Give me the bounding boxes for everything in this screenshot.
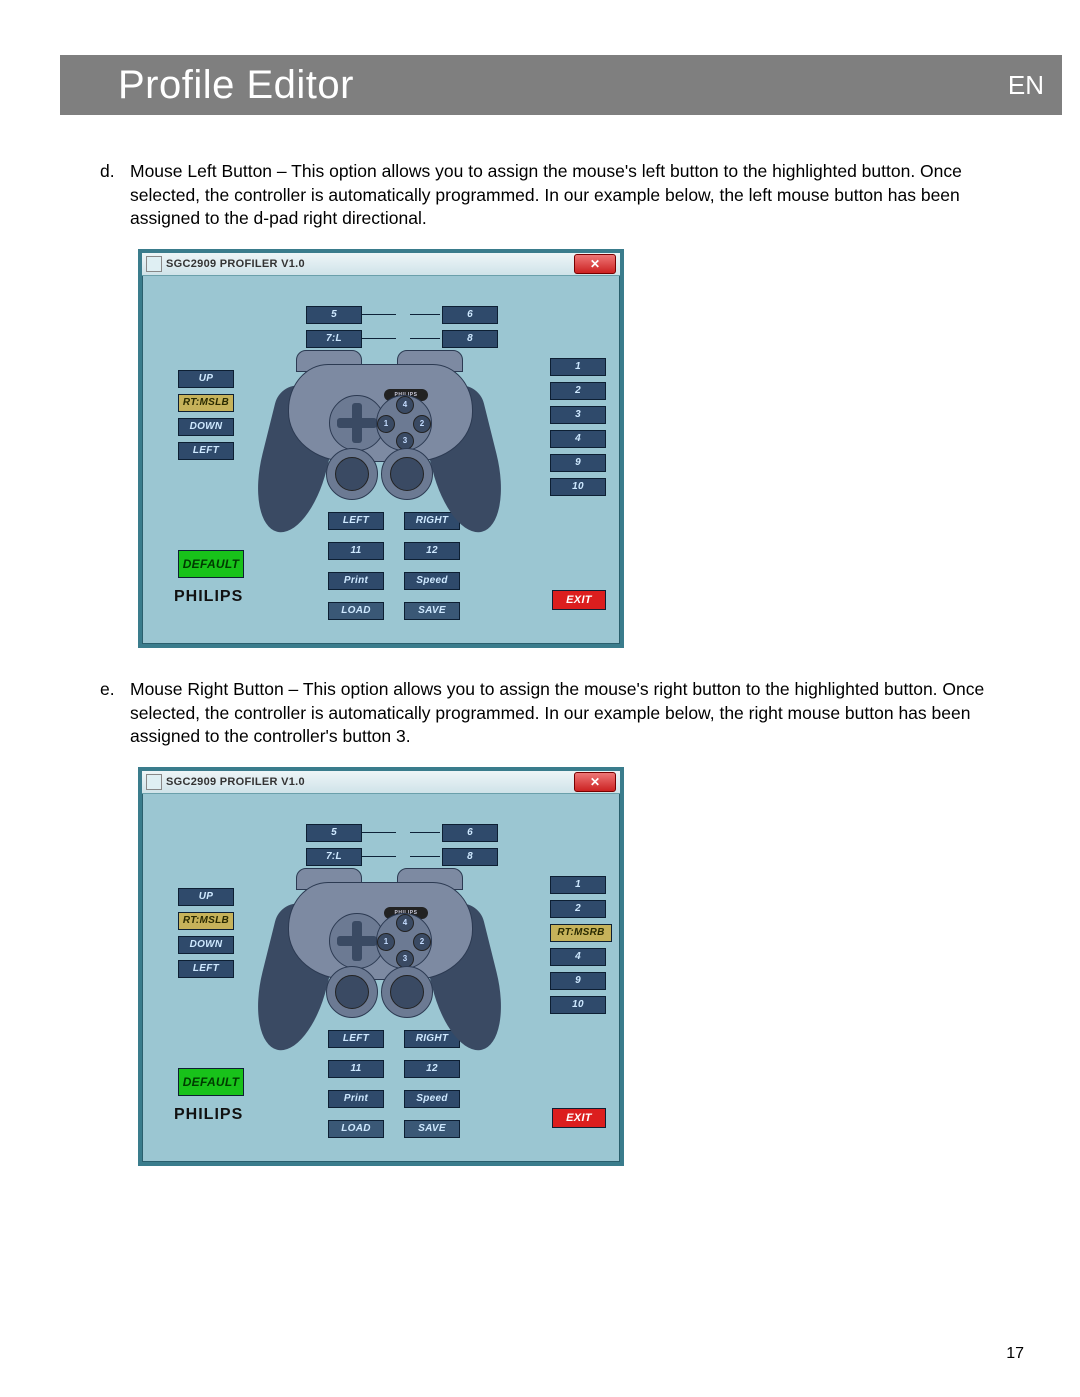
face-button-1: 1	[377, 933, 395, 951]
print-button[interactable]: Print	[328, 1090, 384, 1108]
profiler-window: SGC2909 PROFILER V1.0 ✕ 5 6 7:L 8 UP RT:…	[138, 249, 624, 648]
lead-line	[362, 832, 396, 833]
close-button[interactable]: ✕	[574, 254, 616, 274]
exit-button[interactable]: EXIT	[552, 590, 606, 610]
page-content: d. Mouse Left Button – This option allow…	[100, 160, 1020, 1196]
slot-button-8[interactable]: 8	[442, 330, 498, 348]
controller-body: PHILIPS 4 2 3 1	[288, 364, 473, 462]
slot-button-1[interactable]: 1	[550, 876, 606, 894]
slot-button-5[interactable]: 5	[306, 306, 362, 324]
lead-line	[362, 338, 396, 339]
slot-dpad-up[interactable]: UP	[178, 370, 234, 388]
slot-button-2[interactable]: 2	[550, 382, 606, 400]
profiler-window: SGC2909 PROFILER V1.0 ✕ 5 6 7:L 8 UP RT:…	[138, 767, 624, 1166]
slot-button-4[interactable]: 4	[550, 430, 606, 448]
window-title-text: SGC2909 PROFILER V1.0	[166, 776, 574, 788]
list-item: e. Mouse Right Button – This option allo…	[100, 678, 1020, 749]
list-text: Mouse Right Button – This option allows …	[130, 678, 1020, 749]
slot-dpad-down[interactable]: DOWN	[178, 418, 234, 436]
load-button[interactable]: LOAD	[328, 1120, 384, 1138]
lead-line	[362, 856, 396, 857]
slot-button-9[interactable]: 9	[550, 972, 606, 990]
face-button-2: 2	[413, 933, 431, 951]
slot-button-10[interactable]: 10	[550, 996, 606, 1014]
figure-2: SGC2909 PROFILER V1.0 ✕ 5 6 7:L 8 UP RT:…	[138, 767, 1020, 1166]
save-button[interactable]: SAVE	[404, 602, 460, 620]
save-button[interactable]: SAVE	[404, 1120, 460, 1138]
lead-line	[362, 314, 396, 315]
slot-dpad-right[interactable]: RT:MSLB	[178, 912, 234, 930]
slot-button-8[interactable]: 8	[442, 848, 498, 866]
lead-line	[410, 856, 440, 857]
speed-button[interactable]: Speed	[404, 1090, 460, 1108]
slot-dpad-down[interactable]: DOWN	[178, 936, 234, 954]
face-button-1: 1	[377, 415, 395, 433]
slot-button-6[interactable]: 6	[442, 824, 498, 842]
face-button-4: 4	[396, 914, 414, 932]
slot-dpad-up[interactable]: UP	[178, 888, 234, 906]
controller-body: PHILIPS 4 2 3 1	[288, 882, 473, 980]
page-number: 17	[1006, 1345, 1024, 1363]
slot-button-10[interactable]: 10	[550, 478, 606, 496]
slot-button-4[interactable]: 4	[550, 948, 606, 966]
app-icon	[146, 774, 162, 790]
language-badge: EN	[1008, 70, 1044, 101]
slot-button-7[interactable]: 7:L	[306, 330, 362, 348]
slot-button-6[interactable]: 6	[442, 306, 498, 324]
face-buttons: 4 2 3 1	[376, 395, 432, 451]
controller-graphic: PHILIPS 4 2 3 1	[262, 364, 497, 554]
analog-right	[381, 448, 433, 500]
default-button[interactable]: DEFAULT	[178, 550, 244, 578]
list-marker: d.	[100, 160, 130, 231]
slot-button-3[interactable]: RT:MSRB	[550, 924, 612, 942]
window-body: 5 6 7:L 8 UP RT:MSLB DOWN LEFT 1 2 3 4 9…	[142, 276, 620, 644]
page-header: Profile Editor EN	[60, 55, 1062, 115]
slot-dpad-right[interactable]: RT:MSLB	[178, 394, 234, 412]
analog-left	[326, 448, 378, 500]
load-button[interactable]: LOAD	[328, 602, 384, 620]
analog-right	[381, 966, 433, 1018]
list-marker: e.	[100, 678, 130, 749]
figure-1: SGC2909 PROFILER V1.0 ✕ 5 6 7:L 8 UP RT:…	[138, 249, 1020, 648]
slot-dpad-left[interactable]: LEFT	[178, 960, 234, 978]
default-button[interactable]: DEFAULT	[178, 1068, 244, 1096]
window-body: 5 6 7:L 8 UP RT:MSLB DOWN LEFT 1 2 RT:MS…	[142, 794, 620, 1162]
slot-button-3[interactable]: 3	[550, 406, 606, 424]
window-title-text: SGC2909 PROFILER V1.0	[166, 258, 574, 270]
speed-button[interactable]: Speed	[404, 572, 460, 590]
header-bar: Profile Editor EN	[100, 55, 1062, 115]
page-title: Profile Editor	[118, 63, 354, 108]
brand-logo: PHILIPS	[174, 1106, 243, 1124]
lead-line	[410, 832, 440, 833]
face-button-2: 2	[413, 415, 431, 433]
app-icon	[146, 256, 162, 272]
slot-button-5[interactable]: 5	[306, 824, 362, 842]
slot-button-2[interactable]: 2	[550, 900, 606, 918]
window-titlebar: SGC2909 PROFILER V1.0 ✕	[142, 253, 620, 276]
list-item: d. Mouse Left Button – This option allow…	[100, 160, 1020, 231]
lead-line	[410, 314, 440, 315]
analog-left	[326, 966, 378, 1018]
header-stub	[60, 55, 100, 115]
slot-button-7[interactable]: 7:L	[306, 848, 362, 866]
slot-button-9[interactable]: 9	[550, 454, 606, 472]
lead-line	[410, 338, 440, 339]
exit-button[interactable]: EXIT	[552, 1108, 606, 1128]
print-button[interactable]: Print	[328, 572, 384, 590]
brand-logo: PHILIPS	[174, 588, 243, 606]
face-buttons: 4 2 3 1	[376, 913, 432, 969]
slot-dpad-left[interactable]: LEFT	[178, 442, 234, 460]
close-button[interactable]: ✕	[574, 772, 616, 792]
window-titlebar: SGC2909 PROFILER V1.0 ✕	[142, 771, 620, 794]
close-icon: ✕	[590, 775, 600, 789]
close-icon: ✕	[590, 257, 600, 271]
face-button-4: 4	[396, 396, 414, 414]
slot-button-1[interactable]: 1	[550, 358, 606, 376]
controller-graphic: PHILIPS 4 2 3 1	[262, 882, 497, 1072]
list-text: Mouse Left Button – This option allows y…	[130, 160, 1020, 231]
